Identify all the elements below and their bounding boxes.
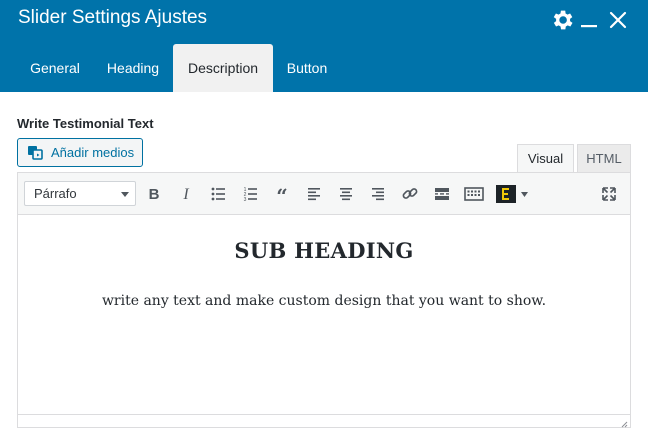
content-paragraph: write any text and make custom design th… <box>101 293 547 309</box>
media-icon <box>28 146 43 160</box>
align-center-button[interactable] <box>333 181 359 207</box>
tab-description[interactable]: Description <box>173 44 273 92</box>
bullet-list-icon <box>211 187 225 201</box>
toolbar-toggle-button[interactable] <box>461 181 487 207</box>
chevron-down-icon <box>121 192 129 197</box>
editor-content[interactable]: SUB HEADING write any text and make cust… <box>18 215 630 415</box>
minimize-icon[interactable] <box>580 10 598 30</box>
toolbar-toggle-icon <box>464 187 484 201</box>
align-right-icon <box>372 188 384 201</box>
tab-general[interactable]: General <box>17 44 93 92</box>
link-button[interactable] <box>397 181 423 207</box>
bullet-list-button[interactable] <box>205 181 231 207</box>
editor-statusbar <box>18 414 630 429</box>
bold-button[interactable]: B <box>141 181 167 207</box>
align-left-button[interactable] <box>301 181 327 207</box>
text-color-button[interactable] <box>493 181 531 207</box>
text-color-icon <box>496 185 528 203</box>
fullscreen-button[interactable] <box>596 181 622 207</box>
tab-heading[interactable]: Heading <box>96 44 170 92</box>
svg-text:3: 3 <box>244 197 247 203</box>
resize-handle-icon[interactable] <box>620 420 628 428</box>
fullscreen-icon <box>602 187 616 201</box>
format-select[interactable]: Párrafo <box>24 181 136 206</box>
tab-button[interactable]: Button <box>276 44 338 92</box>
align-center-icon <box>340 188 352 201</box>
rich-text-editor: Párrafo B I 1 2 3 “ SUB HEADING write an… <box>17 172 631 428</box>
numbered-list-icon: 1 2 3 <box>244 187 257 203</box>
add-media-label: Añadir medios <box>51 145 135 160</box>
svg-text:B: B <box>149 186 160 203</box>
blockquote-button[interactable]: “ <box>269 181 295 208</box>
tab-visual[interactable]: Visual <box>517 144 574 173</box>
format-select-value: Párrafo <box>34 186 77 201</box>
settings-gear-icon[interactable] <box>549 7 575 33</box>
svg-text:I: I <box>182 186 189 203</box>
field-label: Write Testimonial Text <box>17 116 154 131</box>
italic-button[interactable]: I <box>173 181 199 207</box>
close-icon[interactable] <box>608 10 628 30</box>
editor-toolbar: Párrafo B I 1 2 3 “ <box>18 173 630 215</box>
content-heading: SUB HEADING <box>234 238 414 263</box>
read-more-button[interactable] <box>429 181 455 207</box>
add-media-button[interactable]: Añadir medios <box>17 138 143 167</box>
read-more-icon <box>435 188 449 200</box>
italic-icon: I <box>182 186 189 203</box>
numbered-list-button[interactable]: 1 2 3 <box>237 181 263 207</box>
dialog-title: Slider Settings Ajustes <box>18 7 208 28</box>
align-left-icon <box>308 188 320 201</box>
svg-text:“: “ <box>276 184 288 207</box>
blockquote-icon: “ <box>276 184 288 208</box>
tab-html[interactable]: HTML <box>577 144 631 173</box>
align-right-button[interactable] <box>365 181 391 207</box>
link-icon <box>402 188 418 199</box>
bold-icon: B <box>149 186 160 203</box>
